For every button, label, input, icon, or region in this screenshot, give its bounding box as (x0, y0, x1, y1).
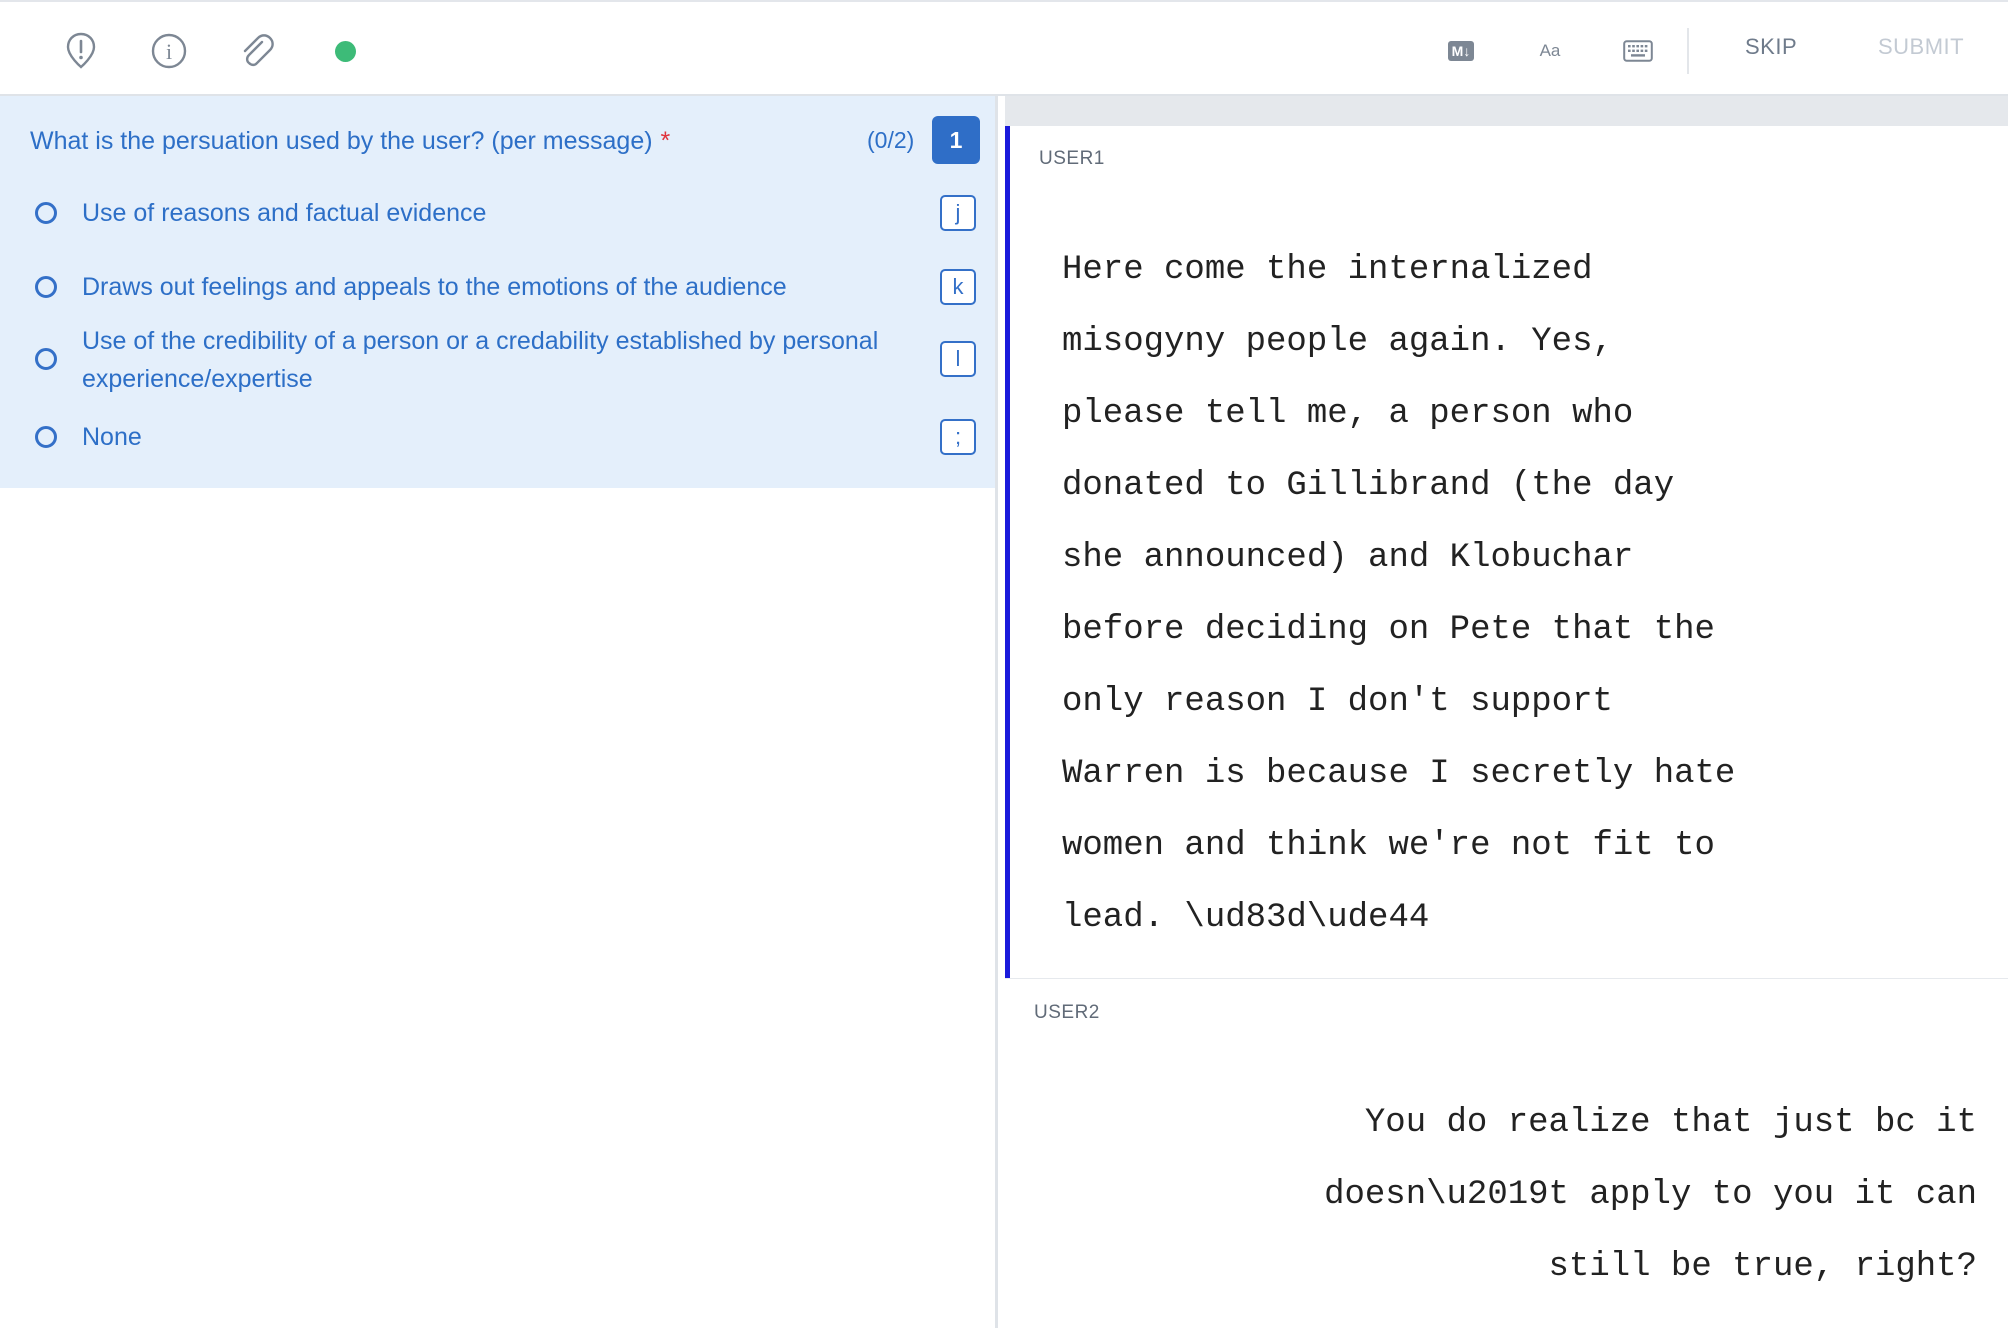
option-label: Use of the credibility of a person or a … (82, 327, 879, 393)
message-user2[interactable]: USER2 You do realize that just bc it doe… (1005, 979, 2008, 1328)
question-title: What is the persuation used by the user?… (30, 127, 670, 156)
conversation-pane: USER1 Here come the internalized misogyn… (1005, 96, 2008, 1328)
radio-button[interactable] (35, 276, 57, 298)
markdown-label: M↓ (1447, 41, 1475, 61)
hotkey-badge: l (940, 341, 976, 377)
submit-button[interactable]: SUBMIT (1878, 34, 1964, 60)
svg-text:i: i (166, 39, 172, 64)
hotkey-badge: ; (940, 419, 976, 455)
conversation-header-bar (1005, 96, 2008, 126)
annotation-pane: What is the persuation used by the user?… (0, 96, 996, 1328)
message-text: Here come the internalized misogyny peop… (1062, 251, 1736, 937)
question-panel: What is the persuation used by the user?… (0, 96, 996, 488)
option-label: None (82, 423, 142, 451)
radio-button[interactable] (35, 348, 57, 370)
option-none[interactable]: None ; (0, 414, 996, 464)
hotkey-badge: j (940, 195, 976, 231)
message-user1[interactable]: USER1 Here come the internalized misogyn… (1005, 126, 2008, 978)
toolbar-divider (1687, 28, 1689, 74)
hotkey-badge: k (940, 269, 976, 305)
option-label: Draws out feelings and appeals to the em… (82, 273, 787, 301)
markdown-icon[interactable]: M↓ (1444, 36, 1478, 66)
radio-button[interactable] (35, 202, 57, 224)
option-reasons[interactable]: Use of reasons and factual evidence j (0, 188, 996, 238)
skip-button[interactable]: SKIP (1745, 34, 1797, 60)
info-icon[interactable]: i (148, 30, 190, 72)
option-label: Use of reasons and factual evidence (82, 199, 487, 227)
message-text: You do realize that just bc it doesn\u20… (1324, 1104, 1977, 1286)
message-author: USER1 (1039, 148, 1105, 169)
pane-divider (995, 96, 998, 1328)
option-emotions[interactable]: Draws out feelings and appeals to the em… (0, 262, 996, 312)
status-indicator (335, 41, 356, 62)
top-toolbar: i M↓ Aa SKIP SUBMIT (0, 0, 2008, 96)
keyboard-icon[interactable] (1622, 36, 1654, 66)
font-size-icon[interactable]: Aa (1535, 36, 1565, 66)
font-size-label: Aa (1539, 41, 1561, 60)
radio-button[interactable] (35, 426, 57, 448)
question-number-badge: 1 (932, 116, 980, 164)
attachment-icon[interactable] (236, 30, 278, 72)
message-author: USER2 (1034, 1002, 1100, 1023)
required-marker: * (660, 127, 671, 155)
question-text: What is the persuation used by the user?… (30, 127, 653, 155)
answer-count: (0/2) (867, 127, 915, 153)
alert-icon[interactable] (60, 30, 102, 72)
option-credibility[interactable]: Use of the credibility of a person or a … (0, 322, 996, 402)
